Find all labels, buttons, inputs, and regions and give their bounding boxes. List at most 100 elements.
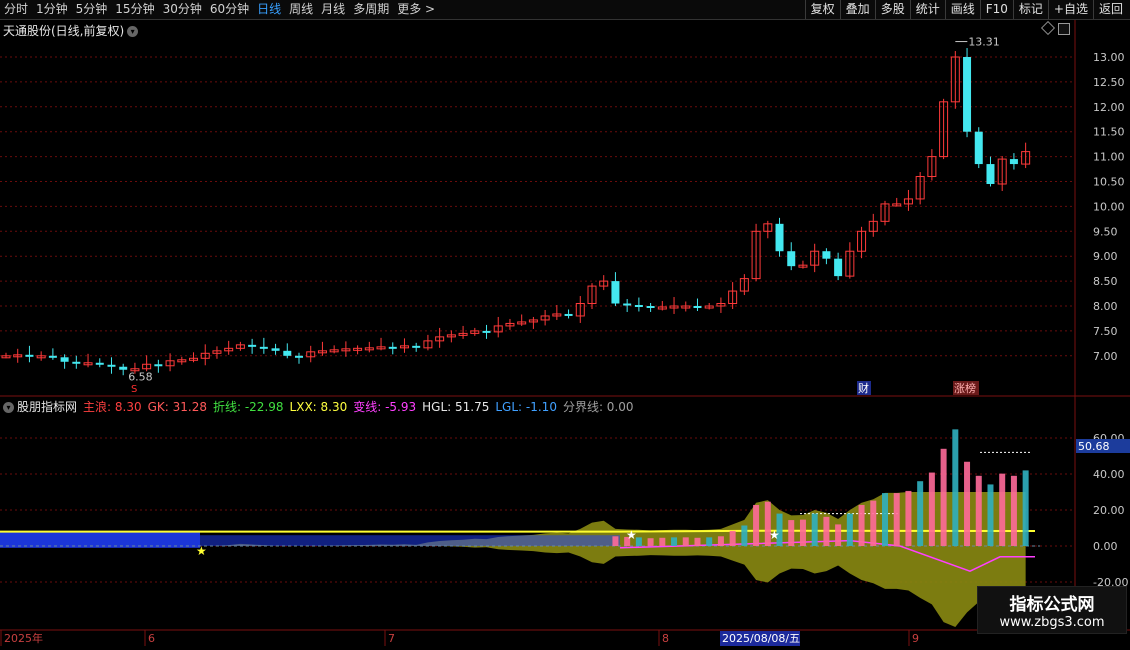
candle-body [25,354,34,357]
period-tab-3[interactable]: 15分钟 [115,1,154,17]
candle-body [142,363,152,370]
candle-body [446,334,456,338]
candle-body [915,176,925,200]
action-button-6[interactable]: 标记 [1012,0,1048,19]
indicator-bar [717,536,724,546]
action-buttons: 复权 叠加 多股 统计 画线 F10 标记 +自选 返回 [804,0,1128,19]
indicator-bar [846,513,853,546]
candle-body [165,360,175,367]
candle-body [353,347,363,351]
candle-body [259,346,268,349]
indicator-value-6: LGL: -1.10 [495,400,557,414]
action-button-2[interactable]: 多股 [874,0,910,19]
indicator-bar [694,537,701,546]
action-button-8[interactable]: 返回 [1092,0,1128,19]
candle-body [482,330,491,333]
candle-body [939,101,949,158]
indicator-bar [952,429,959,546]
candle-body [1,355,11,359]
price-tick: 11.00 [1093,151,1125,164]
price-tick: 11.50 [1093,126,1125,139]
candle-body [283,350,292,356]
panel-toggle-icon[interactable] [1058,23,1070,35]
stock-chart[interactable]: 13.00 12.50 12.00 11.50 11.00 10.50 10.00 9.50 9… [0,0,1130,650]
blue-band [0,531,200,548]
period-tab-8[interactable]: 月线 [321,1,345,17]
candle-body [927,156,937,178]
action-button-5[interactable]: F10 [979,0,1013,19]
indicator-bar [671,537,678,546]
period-tab-7[interactable]: 周线 [289,1,313,17]
cursor-date-box [720,631,800,646]
candle-body [36,355,46,359]
current-value-box [1076,439,1130,453]
indicator-bar [870,500,877,546]
period-tab-2[interactable]: 5分钟 [76,1,108,17]
candle-body [634,305,643,308]
period-tab-1[interactable]: 1分钟 [36,1,68,17]
action-button-7[interactable]: +自选 [1047,0,1093,19]
price-tick: 9.50 [1093,225,1118,238]
candle-body [95,362,104,365]
period-tab-4[interactable]: 30分钟 [163,1,202,17]
candle-body [517,321,527,325]
candle-body [341,348,351,352]
star-marker: ★ [769,528,780,542]
indicator-bar [975,475,982,546]
cursor-date: 2025/08/08/五 [722,632,800,645]
indicator-bar [893,493,900,546]
sell-marker: S [131,384,137,395]
indicator-bar [987,484,994,546]
indicator-value-3: LXX: 8.30 [289,400,348,414]
indicator-bar [999,473,1006,546]
candle-body [130,368,140,372]
indicator-bar [835,524,842,546]
action-button-1[interactable]: 叠加 [839,0,875,19]
indicator-bar [882,493,888,546]
date-label: 7 [388,632,395,645]
indicator-band [6,492,1026,627]
blue-band-fade [200,535,620,546]
indicator-value-7: 分界线: 0.00 [562,400,634,414]
indicator-bar [706,537,713,546]
indicator-bar [858,504,865,546]
candle-body [810,250,820,266]
low-price-label: 6.58 [128,371,153,384]
period-tab-6[interactable]: 日线 [257,1,281,17]
candle-body [751,230,761,280]
chevron-down-icon[interactable]: ▾ [3,402,14,413]
candle-body [763,223,773,232]
candle-body [587,285,597,305]
gain-list-marker: 涨榜 [954,381,976,395]
indicator-bar [647,538,654,546]
period-tab-5[interactable]: 60分钟 [210,1,249,17]
action-button-3[interactable]: 统计 [909,0,945,19]
candle-body [540,315,550,321]
period-tab-9[interactable]: 多周期 [353,1,389,17]
candle-body [235,344,245,349]
indicator-bar [811,513,818,546]
candle-body [575,303,585,317]
indicator-bar [753,504,760,546]
indicator-bar [741,525,748,546]
price-tick: 13.00 [1093,51,1125,64]
diamond-icon[interactable] [1040,20,1056,36]
candle-body [107,364,116,367]
candle-body [423,340,433,349]
period-tab-0[interactable]: 分时 [4,1,28,17]
candle-body [435,336,445,342]
action-button-4[interactable]: 画线 [944,0,980,19]
candle-body [798,264,808,268]
chevron-down-icon[interactable]: ▾ [127,26,139,37]
candle-body [364,347,374,351]
indicator-value-2: 折线: -22.98 [212,400,284,414]
candle-body [177,359,187,363]
action-button-0[interactable]: 复权 [804,0,840,19]
candle-body [611,281,620,304]
period-tab-10[interactable]: 更多 > [397,1,435,17]
date-label: 6 [148,632,155,645]
indicator-value-4: 变线: -5.93 [353,400,417,414]
candle-body [189,357,199,361]
indicator-bar [905,490,912,546]
candle-body [154,364,163,367]
